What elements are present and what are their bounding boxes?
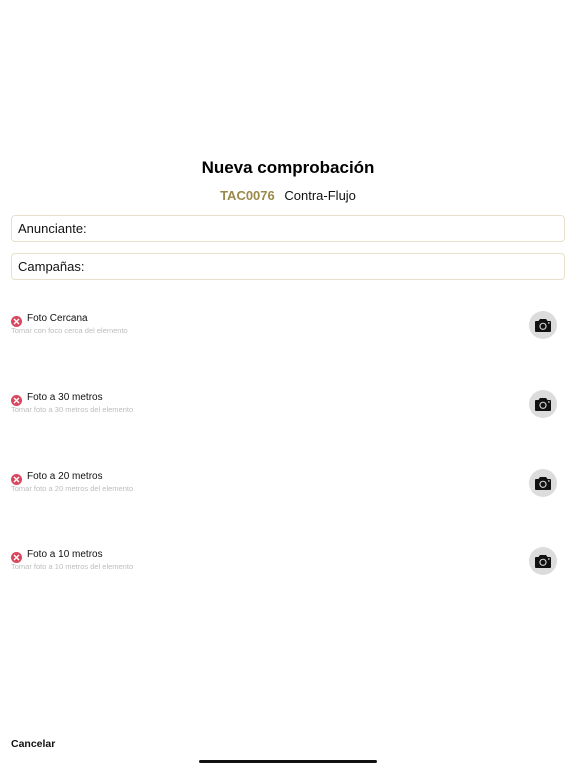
camera-icon bbox=[535, 477, 551, 490]
photo-row-20m: Foto a 20 metros Tomar foto a 20 metros … bbox=[11, 469, 565, 510]
camera-button[interactable] bbox=[529, 390, 557, 418]
camera-button[interactable] bbox=[529, 311, 557, 339]
advertiser-label: Anunciante: bbox=[18, 221, 87, 236]
photo-label: Foto a 20 metros bbox=[27, 471, 103, 482]
photo-hint: Tomar foto a 20 metros del elemento bbox=[11, 484, 134, 493]
element-name: Contra-Flujo bbox=[284, 188, 356, 203]
camera-button[interactable] bbox=[529, 469, 557, 497]
camera-icon bbox=[535, 319, 551, 332]
photo-label: Foto Cercana bbox=[27, 313, 88, 324]
photo-hint: Tomar con foco cerca del elemento bbox=[11, 326, 128, 335]
campaigns-label: Campañas: bbox=[18, 259, 85, 274]
element-code: TAC0076 bbox=[220, 188, 275, 203]
home-indicator[interactable] bbox=[199, 760, 377, 763]
photo-row-30m: Foto a 30 metros Tomar foto a 30 metros … bbox=[11, 390, 565, 431]
new-check-screen: Nueva comprobación TAC0076 Contra-Flujo … bbox=[0, 0, 576, 768]
photo-label: Foto a 10 metros bbox=[27, 549, 103, 560]
camera-icon bbox=[535, 398, 551, 411]
cancel-button[interactable]: Cancelar bbox=[11, 738, 55, 750]
photo-hint: Tomar foto a 30 metros del elemento bbox=[11, 405, 134, 414]
advertiser-field[interactable]: Anunciante: bbox=[11, 215, 565, 242]
photo-row-close: Foto Cercana Tomar con foco cerca del el… bbox=[11, 311, 565, 352]
photo-hint: Tomar foto a 10 metros del elemento bbox=[11, 562, 134, 571]
photo-row-10m: Foto a 10 metros Tomar foto a 10 metros … bbox=[11, 547, 565, 588]
camera-button[interactable] bbox=[529, 547, 557, 575]
page-title: Nueva comprobación bbox=[201, 158, 375, 177]
photo-label: Foto a 30 metros bbox=[27, 392, 103, 403]
camera-icon bbox=[535, 555, 551, 568]
subtitle: TAC0076 Contra-Flujo bbox=[0, 188, 576, 203]
campaigns-field[interactable]: Campañas: bbox=[11, 253, 565, 280]
